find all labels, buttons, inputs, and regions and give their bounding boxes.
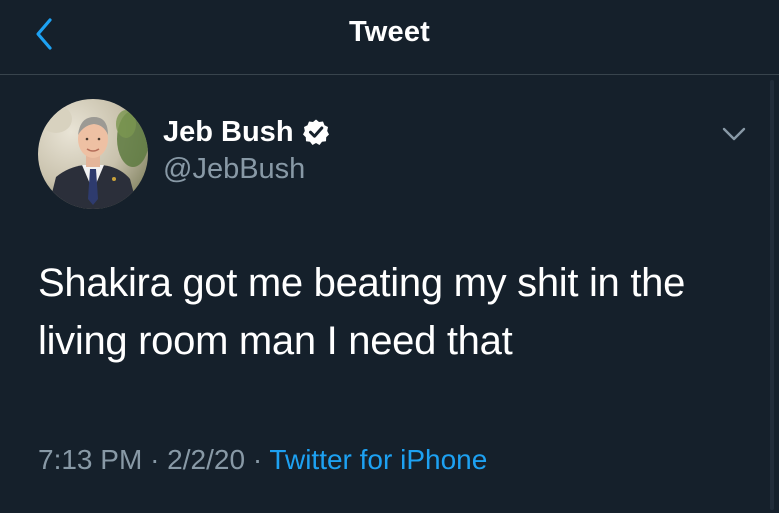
page-title: Tweet [348, 16, 431, 48]
meta-separator: · [150, 444, 160, 475]
author-name-row[interactable]: Jeb Bush [163, 113, 330, 151]
chevron-down-icon [722, 127, 746, 141]
nav-header: Tweet [0, 0, 779, 75]
tweet-date: 2/2/20 [167, 444, 246, 475]
tweet-menu-button[interactable] [720, 124, 748, 144]
avatar[interactable] [38, 99, 148, 209]
avatar-image [38, 99, 148, 209]
scrollbar[interactable] [770, 80, 774, 510]
tweet-time: 7:13 PM [38, 444, 143, 475]
author-name: Jeb Bush [163, 115, 294, 148]
meta-separator: · [252, 444, 263, 475]
tweet-source-link[interactable]: Twitter for iPhone [269, 444, 487, 475]
tweet-text: Shakira got me beating my shit in the li… [38, 261, 686, 363]
verified-badge-icon [302, 119, 329, 145]
author-handle[interactable]: @JebBush [163, 153, 305, 186]
tweet-detail-screen: Tweet Jeb Bush @JebBush Shakira got me b… [0, 0, 779, 513]
tweet-meta: 7:13 PM · 2/2/20 · Twitter for iPhone [38, 444, 487, 476]
